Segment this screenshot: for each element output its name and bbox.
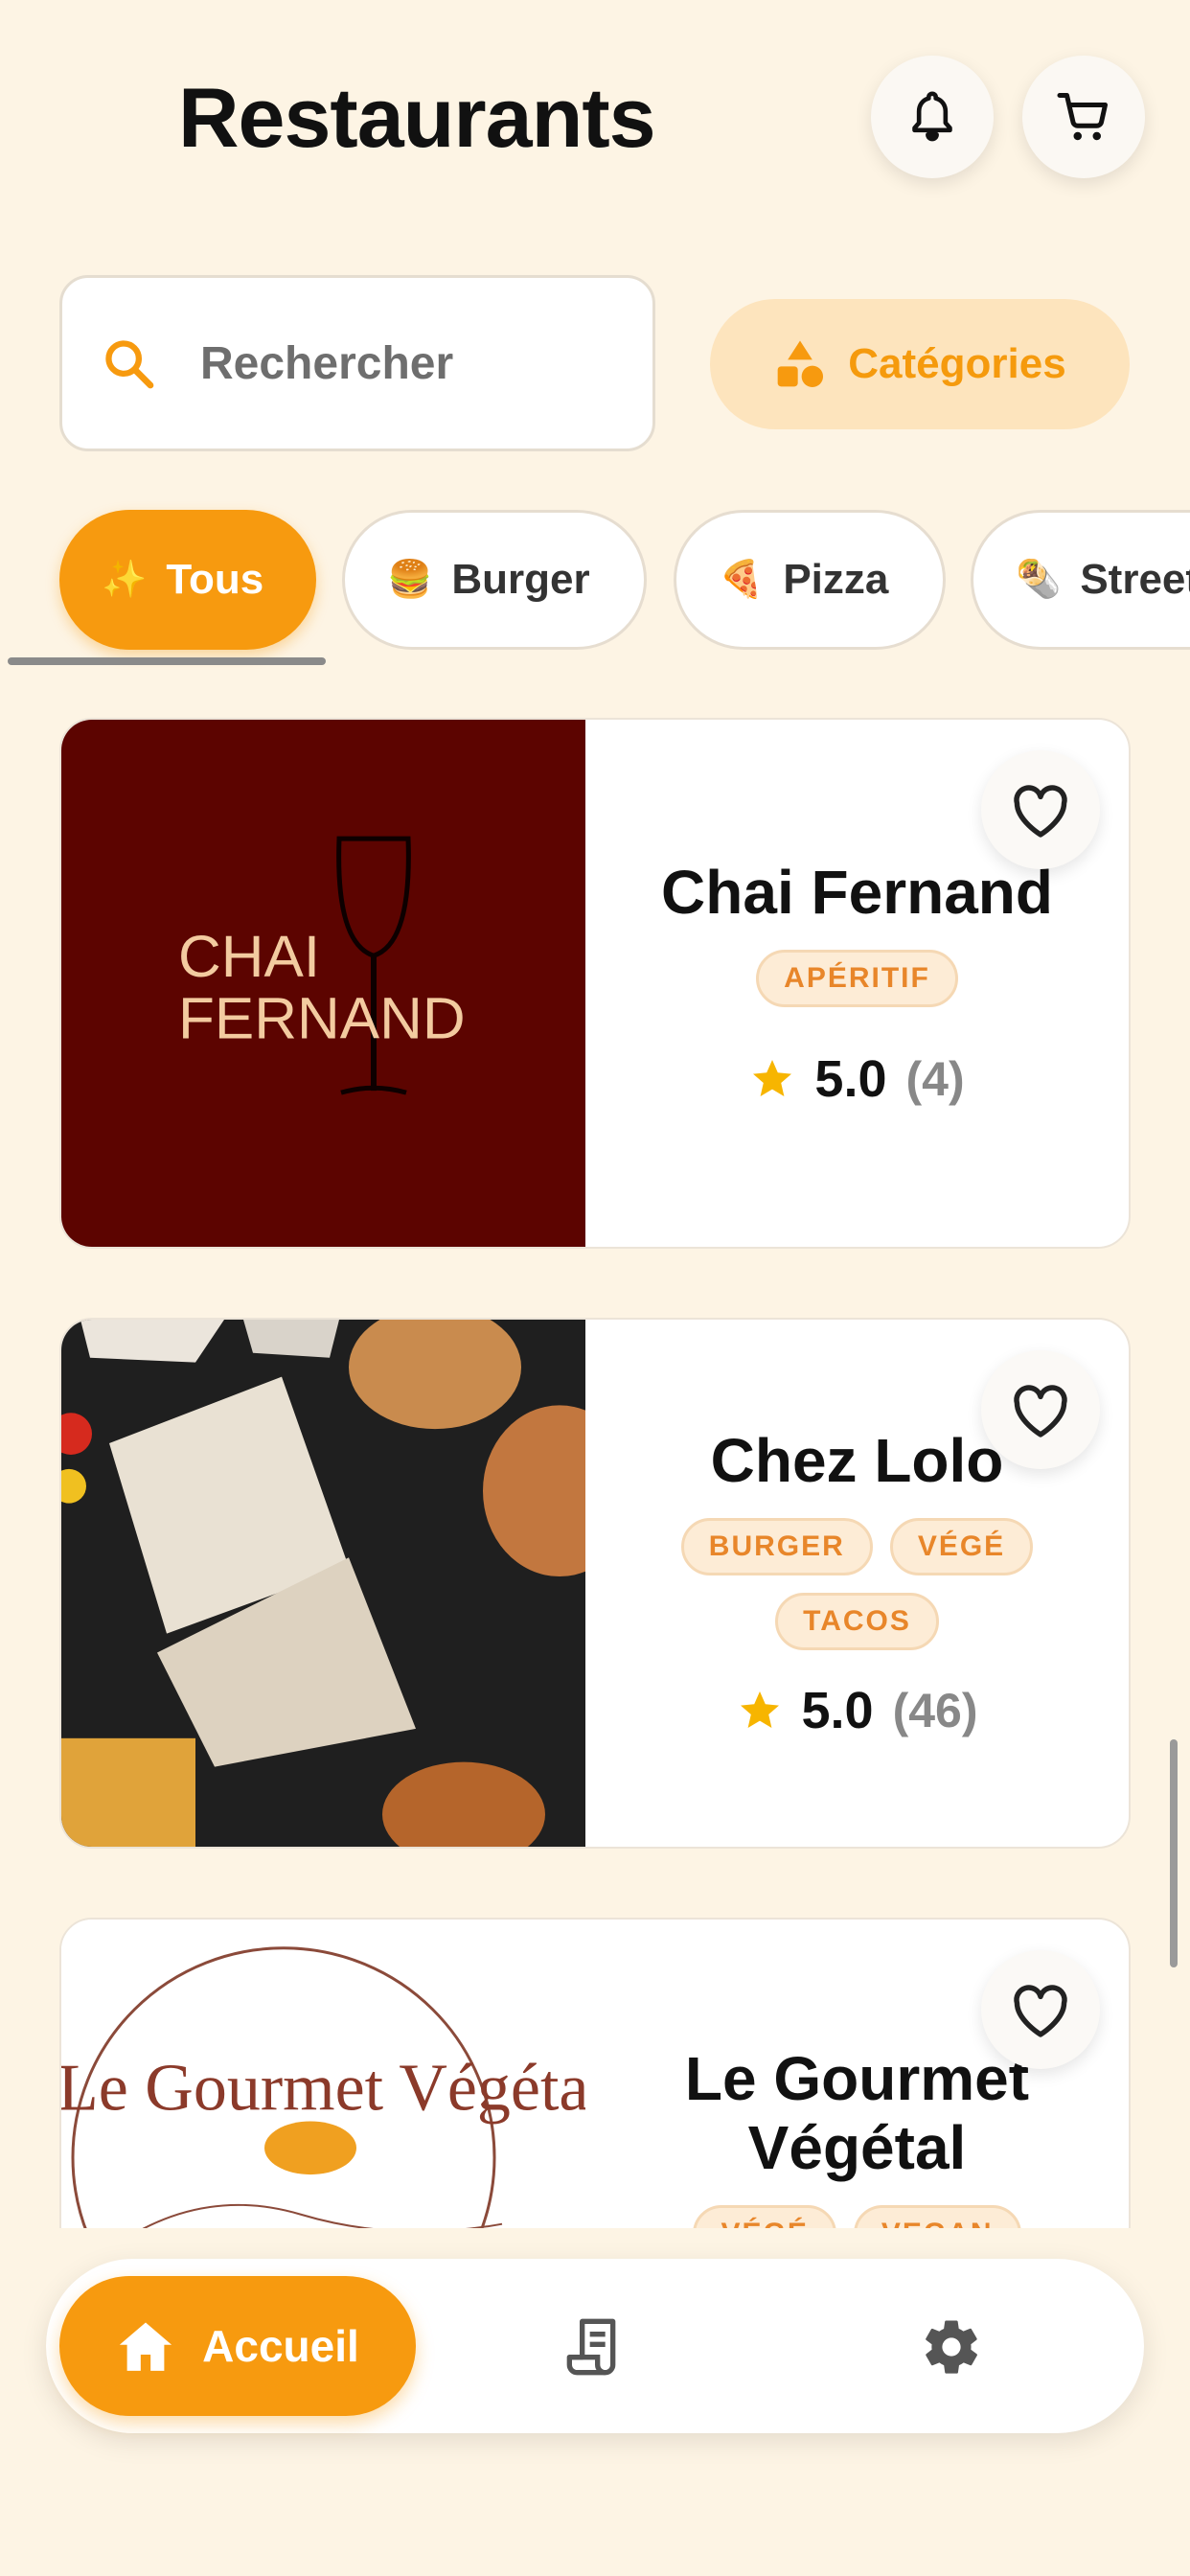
chip-tous[interactable]: ✨ Tous — [59, 510, 316, 650]
rating-value: 5.0 — [814, 1050, 887, 1108]
chip-label: Street — [1080, 556, 1190, 603]
cart-button[interactable] — [1022, 56, 1145, 178]
rating-value: 5.0 — [801, 1682, 874, 1739]
restaurant-card-chez-lolo[interactable]: Chez Lolo BURGER VÉGÉ TACOS 5.0 (46) — [59, 1318, 1131, 1849]
chez-lolo-photo — [61, 1320, 585, 1847]
nav-home-button[interactable]: Accueil — [59, 2276, 416, 2416]
rating-count: (46) — [892, 1684, 978, 1737]
categories-button[interactable]: Catégories — [710, 299, 1130, 429]
chip-label: Tous — [166, 556, 264, 603]
page-scrollbar[interactable] — [1170, 1739, 1178, 1967]
rating: 5.0 (46) — [737, 1681, 978, 1740]
tag: TACOS — [775, 1593, 939, 1650]
star-icon — [740, 1691, 779, 1728]
restaurant-card-chai-fernand[interactable]: CHAI FERNAND Chai Fernand APÉRITIF 5.0 (… — [59, 718, 1131, 1249]
sparkles-icon: ✨ — [102, 560, 148, 600]
gear-icon — [926, 2320, 977, 2374]
search-placeholder: Rechercher — [200, 337, 454, 389]
search-icon — [105, 340, 154, 389]
nav-settings-button[interactable] — [913, 2309, 990, 2385]
tag: APÉRITIF — [756, 950, 958, 1007]
restaurant-name: Chai Fernand — [661, 858, 1053, 927]
chip-street[interactable]: 🌯 Street — [971, 510, 1190, 650]
svg-text:Le Gourmet Végétal: Le Gourmet Végétal — [61, 2052, 585, 2126]
heart-icon — [1014, 785, 1067, 838]
heart-icon — [1014, 1385, 1067, 1438]
star-icon — [753, 1060, 792, 1096]
cart-icon — [1057, 93, 1108, 141]
page-title: Restaurants — [178, 70, 656, 165]
svg-text:FERNAND: FERNAND — [178, 986, 466, 1052]
rating: 5.0 (4) — [749, 1049, 965, 1109]
bottom-navigation: Accueil — [46, 2259, 1144, 2433]
favorite-button[interactable] — [981, 1350, 1100, 1469]
pizza-icon: 🍕 — [719, 560, 765, 600]
home-icon — [120, 2322, 172, 2371]
chip-label: Burger — [451, 556, 590, 603]
bell-icon — [912, 91, 952, 142]
nav-home-label: Accueil — [202, 2321, 359, 2371]
tag: BURGER — [680, 1518, 873, 1576]
favorite-button[interactable] — [981, 1950, 1100, 2069]
notifications-button[interactable] — [871, 56, 994, 178]
burger-icon: 🍔 — [387, 560, 433, 600]
favorite-button[interactable] — [981, 750, 1100, 869]
search-input[interactable]: Rechercher — [59, 275, 655, 451]
chip-pizza[interactable]: 🍕 Pizza — [674, 510, 946, 650]
restaurant-name: Chez Lolo — [710, 1426, 1004, 1495]
heart-icon — [1014, 1985, 1067, 2037]
receipt-icon — [566, 2318, 616, 2376]
chai-fernand-logo: CHAI FERNAND — [61, 720, 585, 1247]
chip-label: Pizza — [783, 556, 889, 603]
chips-scroll-indicator — [8, 657, 326, 665]
rating-count: (4) — [905, 1052, 965, 1106]
tag: VÉGÉ — [889, 1518, 1034, 1576]
chip-burger[interactable]: 🍔 Burger — [342, 510, 647, 650]
nav-orders-button[interactable] — [557, 2309, 633, 2385]
svg-text:CHAI: CHAI — [178, 924, 320, 990]
shapes-icon — [777, 340, 824, 388]
burrito-icon: 🌯 — [1016, 560, 1062, 600]
categories-label: Catégories — [848, 340, 1066, 387]
